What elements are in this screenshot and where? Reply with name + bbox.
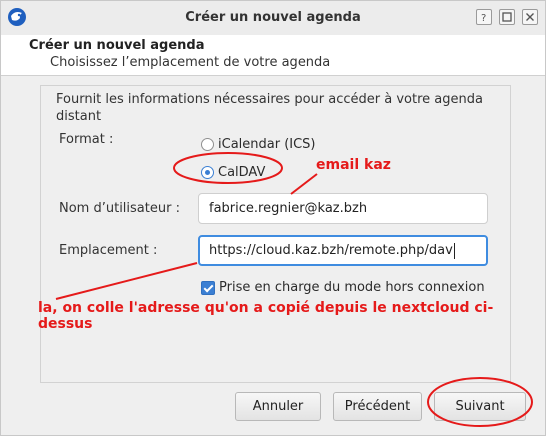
email-annotation: email kaz bbox=[316, 157, 391, 173]
format-label: Format : bbox=[59, 132, 114, 147]
radio-button-selected[interactable] bbox=[201, 166, 214, 179]
close-icon[interactable] bbox=[522, 9, 538, 25]
form-panel bbox=[40, 85, 511, 383]
next-button[interactable]: Suivant bbox=[434, 392, 526, 421]
radio-button[interactable] bbox=[201, 138, 214, 151]
svg-text:?: ? bbox=[481, 13, 486, 24]
username-label: Nom d’utilisateur : bbox=[59, 201, 180, 216]
form-description: Fournit les informations nécessaires pou… bbox=[56, 92, 483, 124]
url-annotation: la, on colle l'adresse qu'on a copié dep… bbox=[38, 300, 494, 332]
wizard-header: Créer un nouvel agenda Choisissez l’empl… bbox=[1, 35, 545, 76]
offline-label: Prise en charge du mode hors connexion bbox=[219, 280, 485, 295]
radio-icalendar[interactable]: iCalendar (ICS) bbox=[201, 137, 316, 152]
maximize-icon[interactable] bbox=[499, 9, 515, 25]
wizard-subtitle: Choisissez l’emplacement de votre agenda bbox=[50, 55, 331, 70]
location-label: Emplacement : bbox=[59, 243, 158, 258]
previous-button[interactable]: Précédent bbox=[333, 392, 422, 421]
title-bar[interactable]: Créer un nouvel agenda ? bbox=[1, 1, 545, 36]
wizard-title: Créer un nouvel agenda bbox=[29, 38, 205, 53]
offline-checkbox[interactable]: Prise en charge du mode hors connexion bbox=[201, 280, 485, 295]
window-title: Créer un nouvel agenda bbox=[185, 10, 361, 25]
radio-caldav[interactable]: CalDAV bbox=[201, 165, 265, 180]
location-field[interactable]: https://cloud.kaz.bzh/remote.php/dav bbox=[198, 235, 488, 266]
checkbox-checked[interactable] bbox=[201, 280, 215, 295]
help-icon[interactable]: ? bbox=[476, 9, 492, 25]
dialog-window: Créer un nouvel agenda ? Créer un nouvel… bbox=[0, 0, 546, 436]
location-value: https://cloud.kaz.bzh/remote.php/dav bbox=[209, 243, 453, 258]
cancel-button[interactable]: Annuler bbox=[235, 392, 321, 421]
username-value: fabrice.regnier@kaz.bzh bbox=[209, 201, 368, 216]
username-field[interactable]: fabrice.regnier@kaz.bzh bbox=[198, 193, 488, 224]
radio-icalendar-label: iCalendar (ICS) bbox=[218, 137, 316, 152]
text-caret bbox=[453, 242, 455, 259]
radio-caldav-label: CalDAV bbox=[218, 165, 266, 180]
